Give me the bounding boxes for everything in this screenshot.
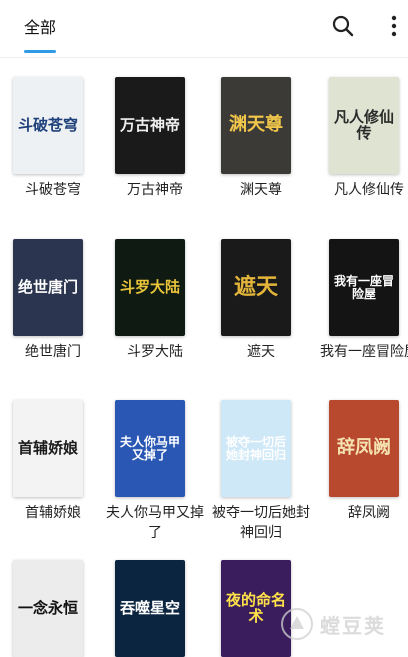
book-cover-text: 万古神帝	[119, 115, 180, 134]
tab-indicator	[24, 50, 56, 53]
book-title[interactable]: 凡人修仙传	[320, 179, 408, 199]
book-cover-text: 凡人修仙传	[333, 107, 394, 142]
tab-all[interactable]: 全部	[24, 14, 56, 38]
book-cover[interactable]: 遮天	[221, 239, 291, 336]
book-cover[interactable]: 一念永恒	[13, 560, 83, 657]
book-cover[interactable]: 渊天尊	[221, 77, 291, 174]
book-cover-text: 被夺一切后她封神回归	[225, 434, 286, 462]
book-cover-text: 绝世唐门	[17, 277, 78, 296]
book-cover[interactable]: 凡人修仙传	[329, 77, 399, 174]
watermark: 螳豆荚	[280, 604, 400, 644]
search-button[interactable]	[329, 12, 357, 40]
more-button[interactable]	[380, 12, 408, 40]
book-title[interactable]: 首辅娇娘	[4, 502, 102, 522]
book-title[interactable]: 斗罗大陆	[106, 341, 204, 361]
book-cover-text: 斗罗大陆	[119, 277, 180, 296]
book-title[interactable]: 夫人你马甲又掉了	[106, 502, 204, 542]
book-cover-text: 首辅娇娘	[17, 438, 78, 457]
book-cover[interactable]: 万古神帝	[115, 77, 185, 174]
book-title[interactable]: 绝世唐门	[4, 341, 102, 361]
book-title[interactable]: 我有一座冒险屋	[320, 341, 408, 361]
book-cover-text: 我有一座冒险屋	[333, 273, 394, 301]
book-cover[interactable]: 绝世唐门	[13, 239, 83, 336]
book-cover[interactable]: 吞噬星空	[115, 560, 185, 657]
book-cover-text: 辞凤阙	[337, 437, 391, 459]
book-title[interactable]: 斗破苍穹	[4, 179, 102, 199]
book-title[interactable]: 渊天尊	[212, 179, 310, 199]
book-cover[interactable]: 斗破苍穹	[13, 77, 83, 174]
book-title[interactable]: 万古神帝	[106, 179, 204, 199]
book-cover-text: 夫人你马甲又掉了	[119, 434, 180, 462]
book-grid: 斗破苍穹 斗破苍穹 万古神帝 万古神帝 渊天尊 渊天尊 凡人修仙传 凡人修仙传 绝世唐门 绝世唐门…	[0, 58, 408, 657]
book-cover-text: 斗破苍穹	[17, 115, 78, 134]
book-cover[interactable]: 我有一座冒险屋	[329, 239, 399, 336]
book-title[interactable]: 被夺一切后她封神回归	[212, 502, 310, 542]
book-cover-text: 吞噬星空	[119, 598, 180, 617]
search-icon	[332, 15, 354, 37]
watermark-text: 螳豆荚	[320, 613, 386, 638]
book-title[interactable]: 辞凤阙	[320, 502, 408, 522]
book-title[interactable]: 遮天	[212, 341, 310, 361]
book-cover[interactable]: 被夺一切后她封神回归	[221, 400, 291, 497]
book-cover[interactable]: 夫人你马甲又掉了	[115, 400, 185, 497]
book-cover[interactable]: 首辅娇娘	[13, 400, 83, 497]
book-cover[interactable]: 斗罗大陆	[115, 239, 185, 336]
top-bar: 全部	[0, 0, 408, 58]
watermark-logo-icon	[281, 608, 313, 640]
more-vertical-icon	[391, 15, 397, 37]
book-cover[interactable]: 辞凤阙	[329, 400, 399, 497]
book-cover-text: 一念永恒	[17, 598, 78, 617]
book-cover-text: 渊天尊	[229, 114, 283, 136]
book-cover-text: 遮天	[233, 273, 278, 300]
